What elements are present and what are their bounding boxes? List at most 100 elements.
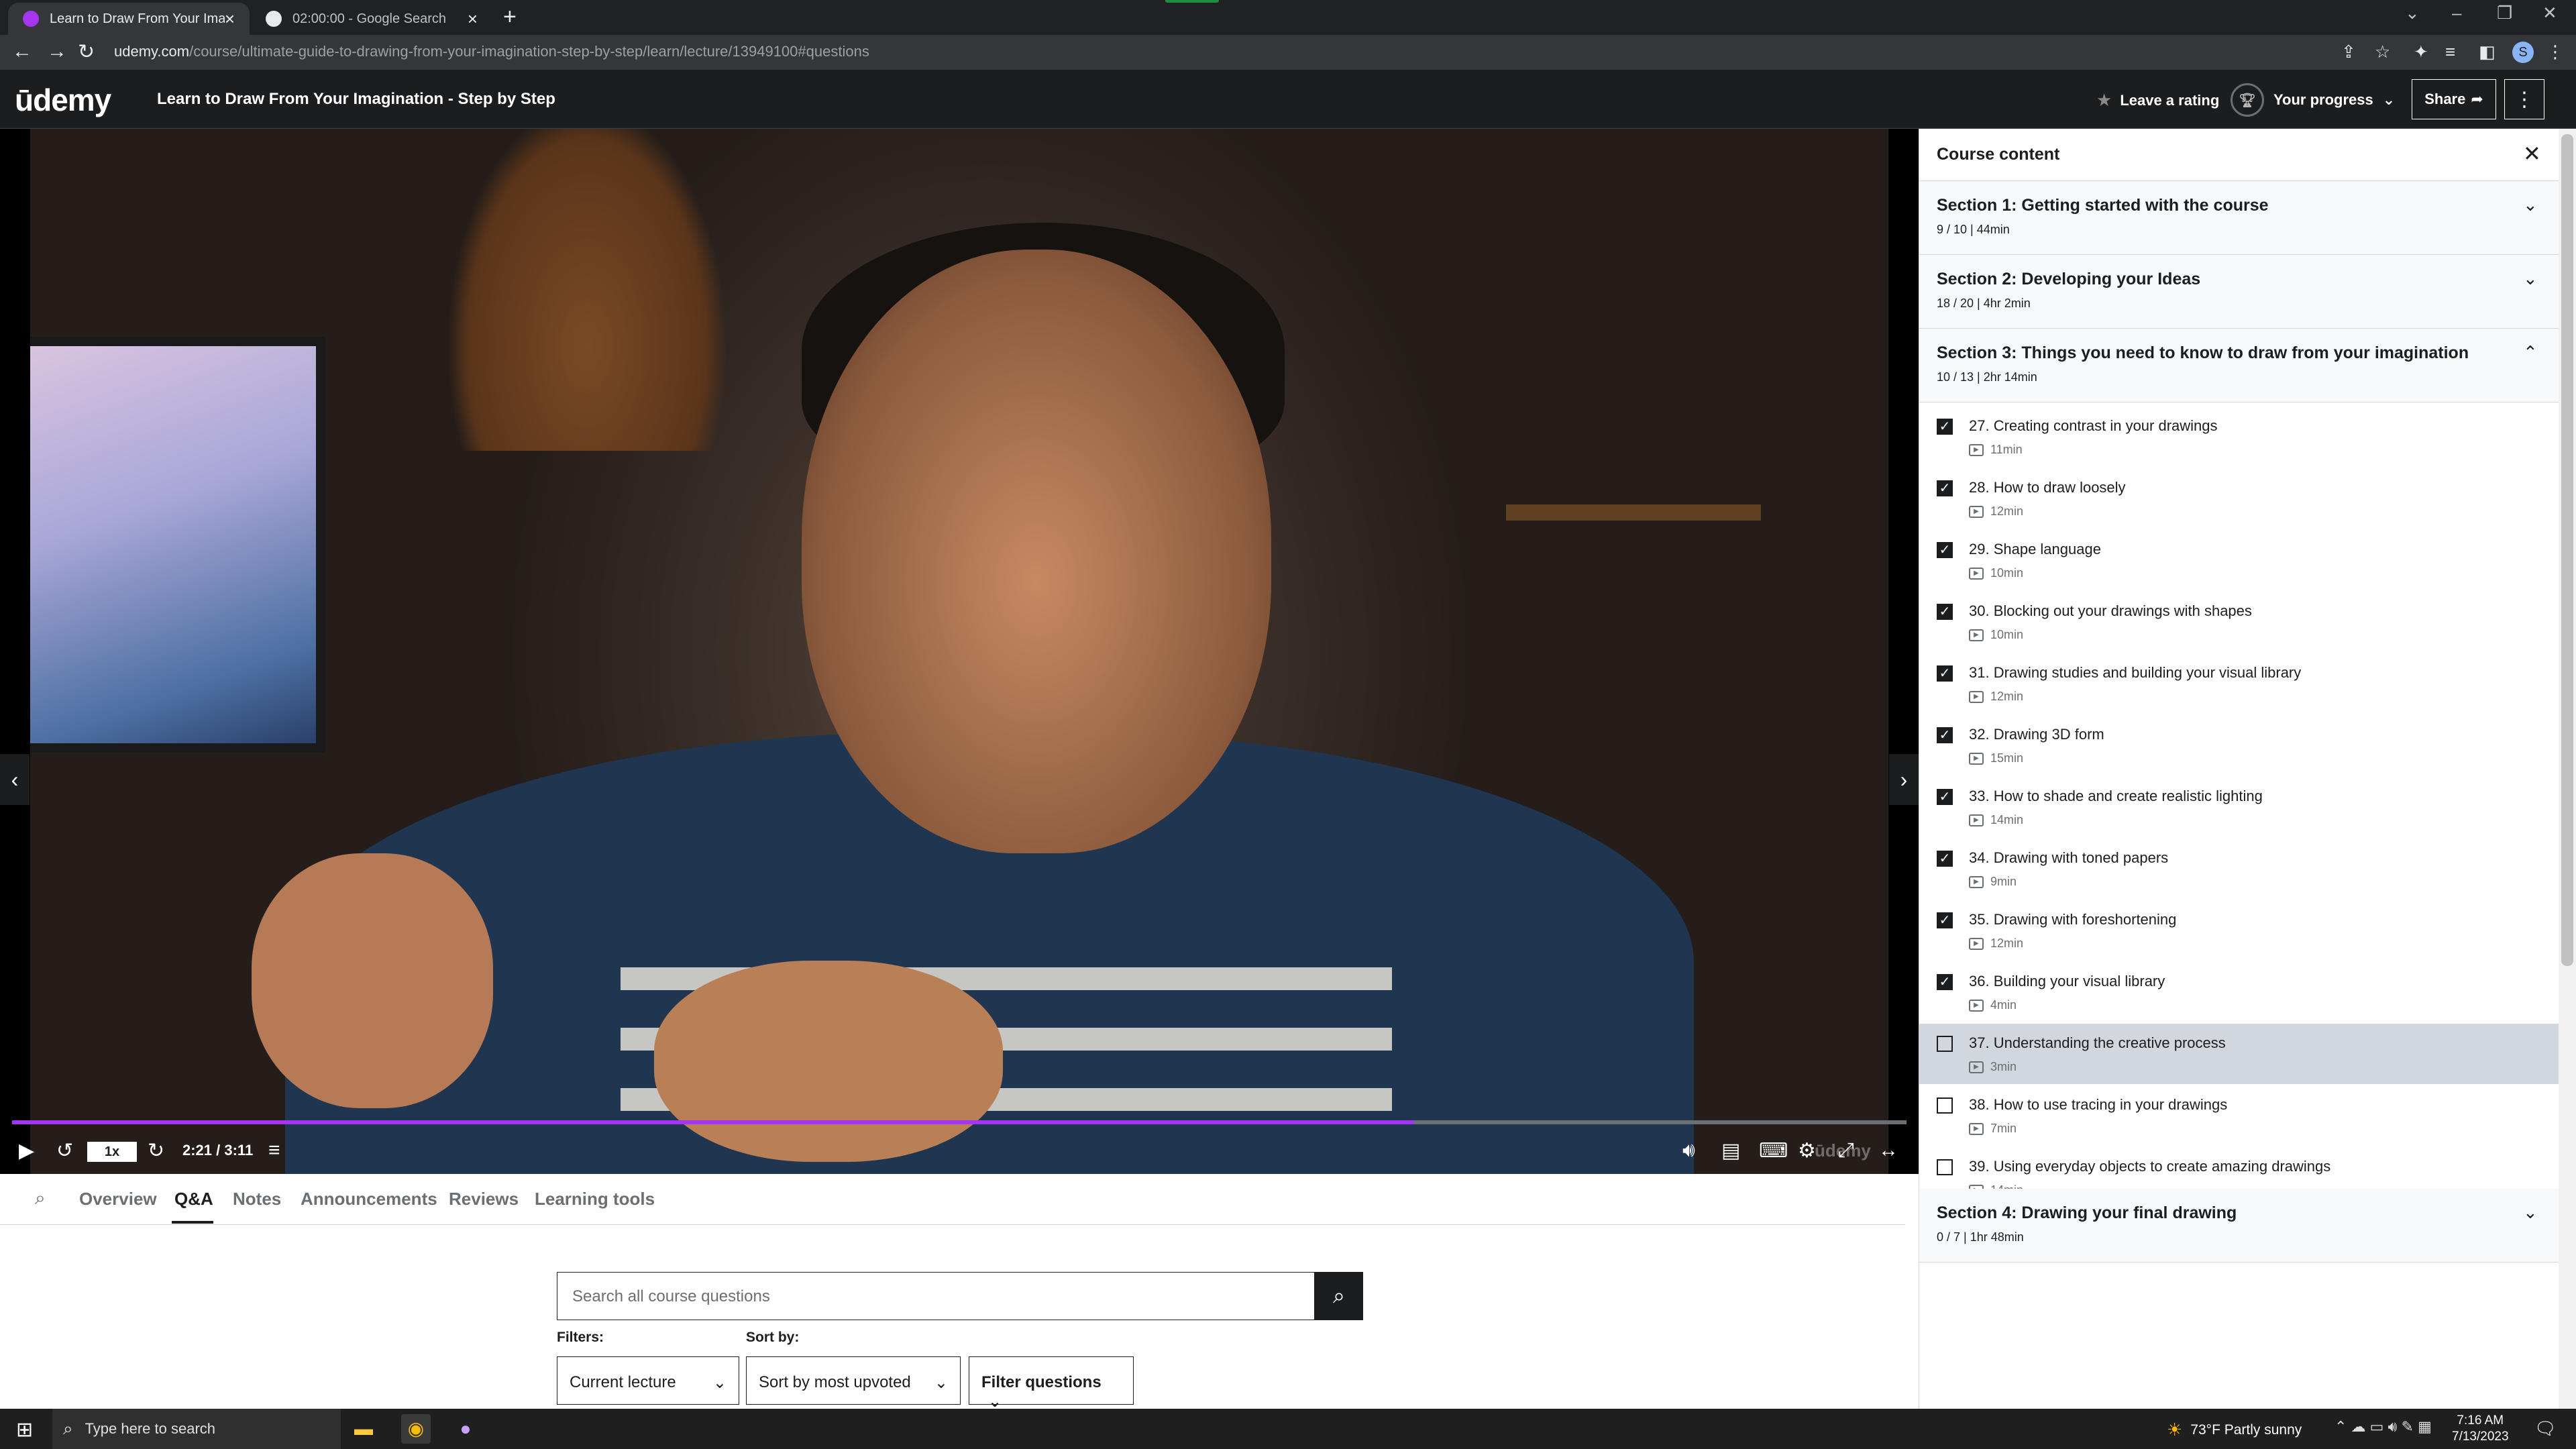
lecture-duration: ▶ 14min xyxy=(1969,813,2023,827)
back-icon[interactable]: ← xyxy=(12,40,32,63)
lecture-filter-select[interactable]: Current lecture ⌄ xyxy=(557,1356,739,1405)
lecture-item[interactable]: 37. Understanding the creative process ▶ 3… xyxy=(1919,1024,2559,1084)
close-sidebar-icon[interactable]: ✕ xyxy=(2523,141,2541,166)
minimize-icon[interactable]: – xyxy=(2452,3,2461,23)
qa-search-button[interactable]: ⌕ xyxy=(1315,1272,1363,1320)
section-1-header[interactable]: Section 1: Getting started with the cour… xyxy=(1919,181,2559,255)
lecture-item[interactable]: ✓ 29. Shape language ▶ 10min xyxy=(1919,530,2559,590)
bookmark-star-icon[interactable]: ☆ xyxy=(2375,42,2390,62)
lecture-complete-checkbox[interactable]: ✓ xyxy=(1937,419,1953,435)
playback-speed-button[interactable]: 1x xyxy=(87,1142,137,1162)
chevron-down-icon: ⌄ xyxy=(712,1374,727,1392)
lecture-complete-checkbox[interactable]: ✓ xyxy=(1937,727,1953,743)
close-tab-icon[interactable]: × xyxy=(225,9,235,30)
tab-activity-indicator xyxy=(1165,0,1219,3)
notifications-icon[interactable]: 🗨 xyxy=(2534,1418,2557,1439)
lecture-item[interactable]: ✓ 35. Drawing with foreshortening ▶ 12min xyxy=(1919,900,2559,961)
section-title: Section 3: Things you need to know to dr… xyxy=(1937,343,2469,362)
filter-questions-button[interactable]: Filter questions ⌄ xyxy=(969,1356,1134,1411)
file-explorer-icon[interactable]: ▬ xyxy=(349,1414,378,1444)
lecture-item[interactable]: ✓ 36. Building your visual library ▶ 4min xyxy=(1919,962,2559,1022)
qa-search-input[interactable]: Search all course questions xyxy=(557,1272,1315,1320)
tab-announcements[interactable]: Announcements xyxy=(301,1189,437,1210)
reload-icon[interactable]: ↻ xyxy=(78,40,95,64)
trophy-icon: 🏆︎ xyxy=(2231,83,2264,117)
tab-overview[interactable]: Overview xyxy=(79,1189,157,1210)
lecture-complete-checkbox[interactable]: ✓ xyxy=(1937,974,1953,990)
lecture-complete-checkbox[interactable] xyxy=(1937,1097,1953,1114)
lecture-complete-checkbox[interactable]: ✓ xyxy=(1937,665,1953,682)
lecture-item[interactable]: ✓ 28. How to draw loosely ▶ 12min xyxy=(1919,468,2559,529)
add-note-icon[interactable]: ≡ xyxy=(268,1139,280,1162)
lecture-item[interactable]: ✓ 33. How to shade and create realistic l… xyxy=(1919,777,2559,837)
transcript-icon[interactable]: ▤ xyxy=(1721,1139,1740,1163)
restore-icon[interactable]: ❐ xyxy=(2497,3,2512,23)
close-tab-icon[interactable]: × xyxy=(468,9,478,30)
window-close-icon[interactable]: ✕ xyxy=(2542,3,2557,23)
captions-icon[interactable]: ⌨ xyxy=(1759,1139,1788,1163)
lecture-complete-checkbox[interactable] xyxy=(1937,1036,1953,1052)
browser-tab-google[interactable]: 02:00:00 - Google Search × xyxy=(251,3,492,35)
browser-menu-icon[interactable]: ⋮ xyxy=(2546,42,2564,62)
lecture-complete-checkbox[interactable]: ✓ xyxy=(1937,851,1953,867)
video-progress-bar[interactable] xyxy=(12,1120,1907,1124)
lecture-complete-checkbox[interactable] xyxy=(1937,1159,1953,1175)
video-icon: ▶ xyxy=(1969,937,1984,950)
github-desktop-icon[interactable]: ● xyxy=(451,1414,480,1444)
your-progress-button[interactable]: 🏆︎ Your progress ⌄ xyxy=(2231,83,2395,117)
search-icon[interactable]: ⌕ xyxy=(35,1187,46,1210)
tab-notes[interactable]: Notes xyxy=(233,1189,281,1210)
extensions-icon[interactable]: ✦ xyxy=(2414,42,2428,62)
expand-view-icon[interactable]: ↔ xyxy=(1878,1139,1898,1162)
windows-start-icon[interactable]: ⊞ xyxy=(16,1418,33,1442)
taskbar-search-box[interactable]: ⌕ Type here to search xyxy=(52,1409,341,1449)
play-icon[interactable]: ▶ xyxy=(19,1139,34,1163)
lecture-item[interactable]: ✓ 34. Drawing with toned papers ▶ 9min xyxy=(1919,839,2559,899)
new-tab-icon[interactable]: + xyxy=(503,4,517,30)
more-options-button[interactable]: ⋮ xyxy=(2504,79,2544,119)
sort-select[interactable]: Sort by most upvoted ⌄ xyxy=(746,1356,961,1405)
lecture-complete-checkbox[interactable]: ✓ xyxy=(1937,789,1953,805)
previous-lecture-button[interactable]: ‹ xyxy=(0,754,30,805)
media-control-icon[interactable]: ≡ xyxy=(2445,42,2455,62)
section-2-header[interactable]: Section 2: Developing your Ideas 18 / 20… xyxy=(1919,255,2559,329)
tab-qa[interactable]: Q&A xyxy=(174,1189,213,1210)
leave-rating-button[interactable]: ★ Leave a rating xyxy=(2096,90,2219,111)
volume-icon[interactable]: 🔊︎ xyxy=(1682,1139,1695,1162)
side-panel-icon[interactable]: ◧ xyxy=(2479,42,2496,62)
lecture-item[interactable]: ✓ 32. Drawing 3D form ▶ 15min xyxy=(1919,715,2559,775)
section-3-header[interactable]: Section 3: Things you need to know to dr… xyxy=(1919,329,2559,402)
lecture-complete-checkbox[interactable]: ✓ xyxy=(1937,542,1953,558)
lecture-item[interactable]: 38. How to use tracing in your drawings ▶… xyxy=(1919,1085,2559,1146)
lecture-title: 31. Drawing studies and building your vi… xyxy=(1969,664,2302,681)
forward-icon[interactable]: → xyxy=(47,40,67,63)
chevron-down-icon: ⌄ xyxy=(2523,1202,2538,1222)
section-4-header[interactable]: Section 4: Drawing your final drawing 0 … xyxy=(1919,1189,2559,1263)
sidebar-scrollbar-thumb[interactable] xyxy=(2561,134,2573,966)
video-player[interactable]: ‹ › xyxy=(0,129,1919,1174)
system-tray-icons[interactable]: ⌃ ☁ ▭ 🔊︎ ✎ ▦ xyxy=(2334,1418,2432,1436)
taskbar-clock[interactable]: 7:16 AM 7/13/2023 xyxy=(2452,1413,2509,1445)
lecture-complete-checkbox[interactable]: ✓ xyxy=(1937,912,1953,928)
udemy-logo[interactable]: ūdemy xyxy=(15,82,111,118)
lecture-item[interactable]: ✓ 27. Creating contrast in your drawings ▶… xyxy=(1919,407,2559,467)
rewind-5s-icon[interactable]: ↺ xyxy=(56,1139,73,1163)
lecture-complete-checkbox[interactable]: ✓ xyxy=(1937,604,1953,620)
next-lecture-button[interactable]: › xyxy=(1889,754,1919,805)
tab-reviews[interactable]: Reviews xyxy=(449,1189,519,1210)
url-field[interactable]: udemy.com/course/ultimate-guide-to-drawi… xyxy=(114,43,869,60)
forward-5s-icon[interactable]: ↻ xyxy=(148,1139,164,1163)
browser-tab-udemy[interactable]: Learn to Draw From Your Imagination × xyxy=(8,3,250,35)
lecture-complete-checkbox[interactable]: ✓ xyxy=(1937,480,1953,496)
weather-widget[interactable]: ☀ 73°F Partly sunny xyxy=(2167,1419,2302,1440)
profile-avatar[interactable]: S xyxy=(2512,42,2534,63)
tab-search-chevron-icon[interactable]: ⌄ xyxy=(2405,3,2420,23)
tab-learning-tools[interactable]: Learning tools xyxy=(535,1189,655,1210)
course-title[interactable]: Learn to Draw From Your Imagination - St… xyxy=(157,90,555,109)
settings-gear-icon[interactable]: ⚙ xyxy=(1798,1139,1816,1163)
lecture-item[interactable]: ✓ 30. Blocking out your drawings with sha… xyxy=(1919,592,2559,652)
share-button[interactable]: Share ➦ xyxy=(2412,79,2496,119)
chrome-icon[interactable]: ◉ xyxy=(401,1414,431,1444)
share-page-icon[interactable]: ⇪ xyxy=(2341,42,2356,62)
lecture-item[interactable]: ✓ 31. Drawing studies and building your v… xyxy=(1919,653,2559,714)
